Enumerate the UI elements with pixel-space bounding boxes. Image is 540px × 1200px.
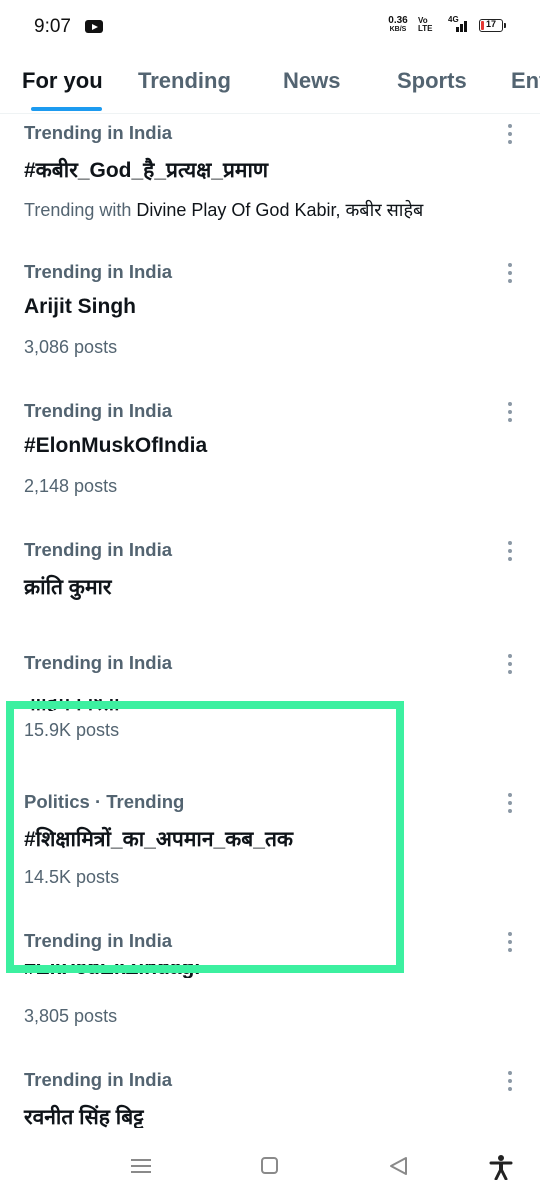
- trend-item[interactable]: Politics · Trending #शिक्षामित्रों_का_अप…: [0, 783, 540, 922]
- trend-context: Politics · Trending: [24, 791, 185, 812]
- trend-post-count: 3,805 posts: [24, 1006, 118, 1026]
- tab-for-you[interactable]: For you: [22, 68, 103, 94]
- trend-context: Trending in India: [24, 400, 172, 421]
- volte-indicator: Vo LTE: [418, 17, 436, 33]
- trend-context: Trending in India: [24, 1069, 172, 1090]
- more-vertical-icon[interactable]: [500, 540, 520, 562]
- trend-item[interactable]: Trending in India #कबीर_God_है_प्रत्यक्ष…: [0, 114, 540, 253]
- trend-name: रवनीत सिंह बिट्टू: [24, 1106, 144, 1128]
- trend-item[interactable]: Trending in India #ElonMuskOfIndia 2,148…: [0, 392, 540, 531]
- trend-meta-related: Divine Play Of God Kabir, कबीर साहेब: [136, 200, 424, 220]
- network-speed-value: 0.36: [388, 15, 408, 26]
- network-speed: 0.36 KB/S: [384, 16, 412, 34]
- status-bar: 9:07 0.36 KB/S Vo LTE 4G 17: [0, 0, 540, 56]
- network-speed-unit: KB/S: [389, 26, 407, 33]
- trend-context: Trending in India: [24, 122, 172, 143]
- tab-sports[interactable]: Sports: [397, 68, 467, 94]
- network-type: 4G: [448, 15, 459, 24]
- trend-name: #शिक्षामित्रों_का_अपमान_कब_तक: [24, 828, 294, 851]
- tab-entertainment[interactable]: Entertainment: [511, 68, 540, 94]
- more-vertical-icon[interactable]: [500, 123, 520, 145]
- trend-name: #कबीर_God_है_प्रत्यक्ष_प्रमाण: [24, 159, 269, 182]
- battery-level: 17: [485, 19, 496, 29]
- more-vertical-icon[interactable]: [500, 1070, 520, 1092]
- trend-item[interactable]: Trending in India #EkPedEkZindagi 3,805 …: [0, 922, 540, 1061]
- trend-meta: Trending with Divine Play Of God Kabir, …: [24, 198, 423, 222]
- system-nav-bar: [0, 1140, 540, 1200]
- trend-post-count: 2,148 posts: [24, 476, 118, 496]
- trend-post-count: 14.5K posts: [24, 867, 120, 887]
- explore-tabs: For you Trending News Sports Entertainme…: [0, 56, 540, 114]
- more-vertical-icon[interactable]: [500, 262, 520, 284]
- status-time: 9:07: [34, 16, 71, 37]
- trend-item-meta: 15.9K posts: [0, 644, 540, 783]
- trend-name: #EkPedEkZindagi: [24, 964, 201, 978]
- trend-name: #ElonMuskOfIndia: [24, 434, 208, 457]
- trend-meta-prefix: Trending with: [24, 200, 137, 220]
- battery-icon: 17: [479, 19, 506, 32]
- trend-item[interactable]: Trending in India क्रांति कुमार: [0, 531, 540, 644]
- trend-name-cut: #EkPedEkZindagi: [24, 964, 200, 978]
- trend-post-count: 15.9K posts: [24, 720, 120, 740]
- home-square-icon[interactable]: [261, 1157, 278, 1174]
- trend-name: Arijit Singh: [24, 295, 136, 318]
- volte-line2: LTE: [418, 24, 433, 33]
- back-triangle-icon[interactable]: [388, 1156, 408, 1176]
- more-vertical-icon[interactable]: [500, 931, 520, 953]
- trend-post-count: 3,086 posts: [24, 337, 118, 357]
- trend-item[interactable]: Trending in India रवनीत सिंह बिट्टू: [0, 1061, 540, 1128]
- youtube-icon: [85, 20, 103, 33]
- accessibility-icon[interactable]: [488, 1154, 514, 1180]
- tab-news[interactable]: News: [283, 68, 340, 94]
- menu-icon[interactable]: [131, 1158, 151, 1174]
- tab-trending[interactable]: Trending: [138, 68, 231, 94]
- trend-context: Trending in India: [24, 539, 172, 560]
- more-vertical-icon[interactable]: [500, 792, 520, 814]
- signal-icon: 4G: [446, 15, 470, 34]
- trend-context: Trending in India: [24, 930, 172, 951]
- trend-context: Trending in India: [24, 261, 172, 282]
- trend-item[interactable]: Trending in India Arijit Singh 3,086 pos…: [0, 253, 540, 392]
- trends-list: Trending in India #कबीर_God_है_प्रत्यक्ष…: [0, 114, 540, 1128]
- active-tab-indicator: [31, 107, 102, 111]
- trend-name: क्रांति कुमार: [24, 576, 112, 599]
- more-vertical-icon[interactable]: [500, 401, 520, 423]
